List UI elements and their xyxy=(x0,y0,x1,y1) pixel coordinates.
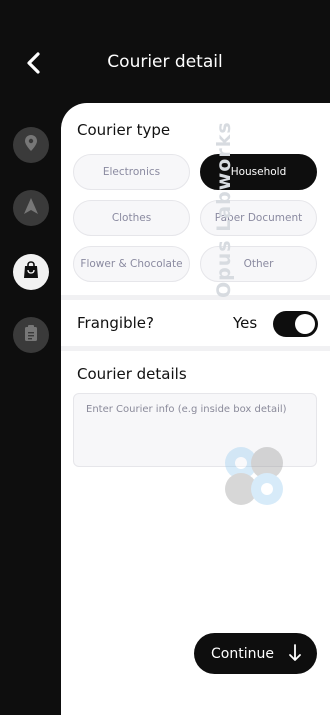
chip-flower-chocolate[interactable]: Flower & Chocolate xyxy=(73,246,190,282)
shopping-bag-icon xyxy=(23,261,39,283)
rail-navigation-button[interactable] xyxy=(13,190,49,226)
rail-location-button[interactable] xyxy=(13,127,49,163)
rail-clipboard-button[interactable] xyxy=(13,317,49,353)
page-title: Courier detail xyxy=(107,52,223,72)
fragile-toggle[interactable] xyxy=(273,311,318,337)
rail-package-button[interactable] xyxy=(13,254,49,290)
toggle-knob xyxy=(295,314,315,334)
location-pin-icon xyxy=(24,134,38,156)
chip-household[interactable]: Household xyxy=(200,154,317,190)
chip-electronics[interactable]: Electronics xyxy=(73,154,190,190)
continue-label: Continue xyxy=(211,645,274,662)
navigation-arrow-icon xyxy=(23,197,39,219)
courier-details-input[interactable] xyxy=(73,393,317,467)
continue-button[interactable]: Continue xyxy=(194,633,317,674)
chip-paper-document[interactable]: Paper Document xyxy=(200,200,317,236)
arrow-down-icon xyxy=(288,644,302,666)
courier-detail-sheet: Courier type Electronics Household Cloth… xyxy=(61,103,330,715)
fragile-value-label: Yes xyxy=(233,314,258,332)
section-divider xyxy=(61,295,330,300)
clipboard-icon xyxy=(24,324,38,346)
courier-details-title: Courier details xyxy=(77,365,187,383)
chip-other[interactable]: Other xyxy=(200,246,317,282)
courier-type-title: Courier type xyxy=(77,121,171,139)
fragile-label: Frangible? xyxy=(77,314,154,332)
chip-clothes[interactable]: Clothes xyxy=(73,200,190,236)
section-divider xyxy=(61,346,330,351)
